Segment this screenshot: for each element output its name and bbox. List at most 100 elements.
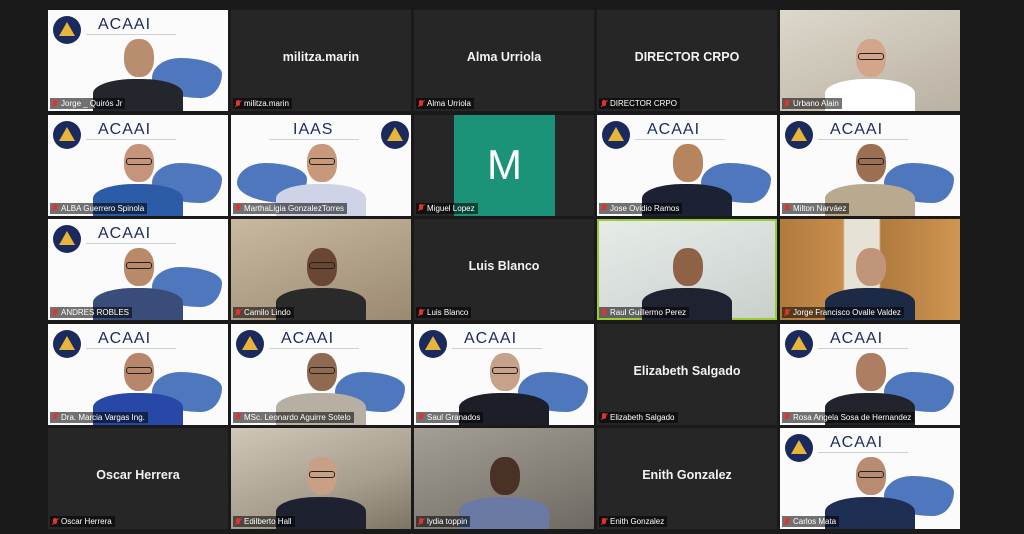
participant-display-name: Alma Urriola [466,50,542,64]
participant-display-name: militza.marin [282,50,360,64]
participant-grid: ACAAI Jorge _ Quirós Jr militza.marin milit… [48,10,960,529]
participant-tile-jose-ovidio-ramos[interactable]: ACAAI Jose Ovidio Ramos [597,114,777,216]
participant-tile-carlos-mata[interactable]: ACAAI Carlos Mata [780,428,960,529]
participant-tile-director-crpo[interactable]: DIRECTOR CRPO DIRECTOR CRPO [597,10,777,111]
participant-tile-dra-marcia-vargas-ing[interactable]: ACAAI Dra. Marcia Vargas Ing. [48,323,228,425]
microphone-muted-icon [235,99,241,108]
microphone-muted-icon [235,517,241,526]
microphone-muted-icon [418,99,424,108]
glasses-decoration [309,262,335,269]
glasses-decoration [126,366,152,374]
participant-tile-enith-gonzalez[interactable]: Enith Gonzalez Enith Gonzalez [597,428,777,529]
participant-name-label: Carlos Mata [782,516,840,527]
participant-tile-msc-leonardo-aguirre-sotelo[interactable]: ACAAI MSc. Leonardo Aguirre Sotelo [231,323,411,425]
microphone-muted-icon [601,204,607,212]
participant-name-text: Alma Urriola [427,99,472,108]
participant-tile-lydia-toppin[interactable]: lydia toppin [414,428,594,529]
participant-name-label: Milton Narváez [782,202,850,214]
participant-name-label: Enith Gonzalez [599,516,668,527]
microphone-muted-icon [418,517,424,526]
glasses-decoration [126,262,152,269]
participant-display-name: Elizabeth Salgado [633,363,741,378]
microphone-muted-icon [52,308,58,317]
participant-name-text: Raul Guillermo Perez [610,308,687,317]
participant-name-label: ANDRES ROBLES [50,307,133,318]
participant-display-name: Luis Blanco [468,259,540,273]
organization-logo-icon [602,120,630,149]
microphone-muted-icon [784,204,790,212]
participant-name-text: Oscar Herrera [61,517,112,526]
participant-tile-urbano-alain[interactable]: Urbano Alain [780,10,960,111]
participant-tile-raul-guillermo-perez[interactable]: Raul Guillermo Perez [597,219,777,320]
participant-name-text: Rosa Angela Sosa de Hernandez [793,412,912,422]
microphone-muted-icon [601,413,607,421]
participant-name-label: Elizabeth Salgado [599,411,678,423]
participant-name-label: Rosa Angela Sosa de Hernandez [782,411,915,423]
participant-tile-rosa-angela-sosa-de-hernandez[interactable]: ACAAI Rosa Angela Sosa de Hernandez [780,323,960,425]
participant-name-text: Jose Ovidio Ramos [610,203,680,213]
microphone-muted-icon [784,517,790,526]
participant-name-text: Camilo Lindo [244,308,291,317]
participant-tile-edilberto-hall[interactable]: Edilberto Hall [231,428,411,529]
participant-tile-alma-urriola[interactable]: Alma Urriola Alma Urriola [414,10,594,111]
participant-name-label: Camilo Lindo [233,307,294,318]
participant-tile-marthaligia-gonzaleztorres[interactable]: IAAS MarthaLigia GonzalezTorres [231,114,411,216]
participant-avatar: M [454,114,555,216]
microphone-muted-icon [52,413,58,421]
glasses-decoration [858,53,884,60]
participant-name-label: Dra. Marcia Vargas Ing. [50,411,148,423]
glasses-decoration [309,471,335,478]
participant-name-text: Luis Blanco [427,308,469,317]
participant-tile-jorge-quir-s-jr[interactable]: ACAAI Jorge _ Quirós Jr [48,10,228,111]
organization-logo-icon [53,225,81,253]
participant-tile-elizabeth-salgado[interactable]: Elizabeth Salgado Elizabeth Salgado [597,323,777,425]
participant-name-label: Miguel Lopez [416,202,478,214]
microphone-muted-icon [418,308,424,317]
participant-name-label: Alma Urriola [416,98,475,109]
participant-name-text: Dra. Marcia Vargas Ing. [61,412,145,422]
organization-logo-icon [236,329,264,358]
participant-display-name: DIRECTOR CRPO [634,50,740,64]
participant-name-label: Urbano Alain [782,98,842,109]
participant-name-label: militza.marin [233,98,292,109]
participant-name-text: ANDRES ROBLES [61,308,130,317]
participant-name-text: Miguel Lopez [427,203,475,213]
organization-logo-icon [381,120,409,149]
participant-tile-jorge-francisco-ovalle-valdez[interactable]: Jorge Francisco Ovalle Valdez [780,219,960,320]
participant-tile-alba-guerrero-spinola[interactable]: ACAAI ALBA Guerrero Spinola [48,114,228,216]
organization-logo-icon [53,120,81,149]
participant-name-text: lydia toppin [427,517,468,526]
participant-display-name: Enith Gonzalez [642,468,732,482]
glasses-decoration [126,157,152,165]
participant-name-label: DIRECTOR CRPO [599,98,680,109]
microphone-muted-icon [601,99,607,108]
microphone-muted-icon [52,517,58,526]
participant-tile-oscar-herrera[interactable]: Oscar Herrera Oscar Herrera [48,428,228,529]
participant-tile-miguel-lopez[interactable]: M Miguel Lopez [414,114,594,216]
participant-tile-andres-robles[interactable]: ACAAI ANDRES ROBLES [48,219,228,320]
microphone-muted-icon [235,308,241,317]
participant-name-text: MSc. Leonardo Aguirre Sotelo [244,412,351,422]
participant-display-name: Oscar Herrera [96,468,180,482]
participant-tile-luis-blanco[interactable]: Luis Blanco Luis Blanco [414,219,594,320]
participant-tile-militza-marin[interactable]: militza.marin militza.marin [231,10,411,111]
glasses-decoration [309,157,335,165]
participant-tile-camilo-lindo[interactable]: Camilo Lindo [231,219,411,320]
glasses-decoration [492,366,518,374]
organization-logo-icon [785,434,813,462]
participant-name-text: Carlos Mata [793,517,837,526]
participant-tile-milton-narv-ez[interactable]: ACAAI Milton Narváez [780,114,960,216]
participant-name-text: Jorge Francisco Ovalle Valdez [793,308,901,317]
glasses-decoration [309,366,335,374]
microphone-muted-icon [52,99,58,108]
participant-name-text: MarthaLigia GonzalezTorres [244,203,345,213]
participant-name-text: Elizabeth Salgado [610,412,675,422]
participant-tile-saul-granados[interactable]: ACAAI Saul Granados [414,323,594,425]
participant-name-text: ALBA Guerrero Spinola [61,203,145,213]
microphone-muted-icon [601,308,607,317]
microphone-muted-icon [418,204,424,212]
participant-name-label: lydia toppin [416,516,471,527]
participant-name-label: MSc. Leonardo Aguirre Sotelo [233,411,354,423]
participant-name-text: Urbano Alain [793,99,839,108]
participant-name-label: ALBA Guerrero Spinola [50,202,148,214]
